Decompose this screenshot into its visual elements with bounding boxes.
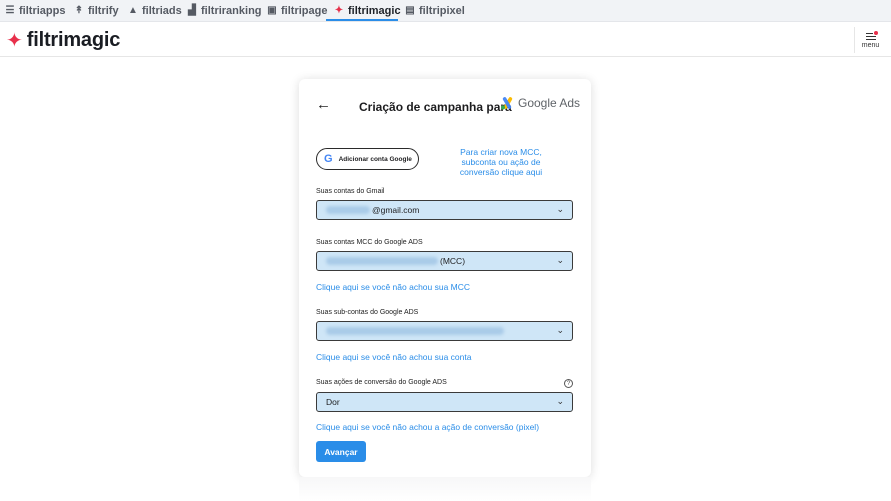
page-title: Criação de campanha para (359, 100, 512, 114)
google-ads-brand: Google Ads (500, 96, 580, 110)
mcc-accounts-label: Suas contas MCC do Google ADS (316, 239, 423, 246)
grid-icon: ▤ (405, 5, 415, 16)
logo-text: filtrimagic (26, 29, 121, 51)
nav-item-label: filtrimagic (348, 4, 401, 17)
add-google-account-label: Adicionar conta Google (338, 155, 412, 163)
triangle-icon: ▲ (128, 5, 138, 16)
google-ads-text: Google Ads (518, 96, 581, 110)
menu-button[interactable]: menu (854, 27, 886, 53)
add-google-account-button[interactable]: G Adicionar conta Google (316, 148, 419, 170)
page-icon: ▣ (267, 5, 277, 16)
conversion-not-found-link[interactable]: Clique aqui se você não achou a ação de … (316, 422, 539, 432)
subaccounts-label: Suas sub-contas do Google ADS (316, 309, 419, 316)
redacted-text (326, 327, 504, 335)
nav-item-label: filtriads (142, 4, 182, 17)
filter-icon: ↟ (74, 5, 84, 16)
stack-icon: ☰ (5, 5, 15, 16)
nav-item-filtriranking[interactable]: ▟ filtriranking (186, 0, 262, 21)
mcc-not-found-link[interactable]: Clique aqui se você não achou sua MCC (316, 282, 470, 292)
card-footer-shade (299, 477, 591, 501)
redacted-text (326, 206, 370, 214)
advance-button[interactable]: Avançar (316, 441, 366, 462)
active-tab-indicator (326, 19, 398, 21)
nav-item-filtripixel[interactable]: ▤ filtripixel (404, 0, 465, 21)
conversion-action-value: Dor (326, 397, 340, 407)
nav-item-filtripage[interactable]: ▣ filtripage (266, 0, 327, 21)
sparkle-icon: ✦ (6, 29, 23, 52)
ranking-icon: ▟ (188, 5, 196, 16)
mcc-account-value: (MCC) (440, 256, 466, 266)
gmail-account-select[interactable]: @gmail.com ⌄ (316, 200, 573, 220)
nav-item-filtriads[interactable]: ▲ filtriads (127, 0, 182, 21)
menu-label: menu (861, 41, 880, 49)
account-not-found-link[interactable]: Clique aqui se você não achou sua conta (316, 352, 471, 362)
chevron-down-icon: ⌄ (556, 325, 564, 335)
back-arrow-icon[interactable]: ← (316, 96, 331, 113)
nav-item-label: filtriapps (19, 4, 66, 17)
campaign-creation-card: ← Criação de campanha para Google Ads G … (299, 79, 591, 477)
nav-item-label: filtripixel (419, 4, 465, 17)
app-header: ✦ filtrimagic menu (0, 22, 891, 57)
filtrimagic-logo[interactable]: ✦ filtrimagic (6, 29, 120, 52)
conversion-actions-label: Suas ações de conversão do Google ADS (316, 379, 447, 386)
chevron-down-icon: ⌄ (556, 255, 564, 265)
mcc-account-select[interactable]: (MCC) ⌄ (316, 251, 573, 271)
nav-item-filtrimagic[interactable]: ✦ filtrimagic (333, 0, 401, 21)
nav-item-label: filtrify (88, 4, 119, 17)
notification-dot (873, 30, 878, 35)
create-mcc-link[interactable]: Para criar nova MCC, subconta ou ação de… (449, 147, 553, 177)
nav-item-label: filtriranking (201, 4, 262, 17)
subaccount-select[interactable]: ⌄ (316, 321, 573, 341)
google-g-icon: G (324, 153, 333, 165)
app-switcher-bar: ☰ filtriapps ↟ filtrify ▲ filtriads ▟ fi… (0, 0, 891, 22)
help-icon[interactable]: ? (564, 379, 573, 388)
nav-item-label: filtripage (281, 4, 328, 17)
nav-item-filtrify[interactable]: ↟ filtrify (73, 0, 119, 21)
gmail-accounts-label: Suas contas do Gmail (316, 188, 385, 195)
conversion-action-select[interactable]: Dor ⌄ (316, 392, 573, 412)
sparkle-icon: ✦ (334, 5, 344, 16)
chevron-down-icon: ⌄ (556, 396, 564, 406)
chevron-down-icon: ⌄ (556, 204, 564, 214)
gmail-account-value: @gmail.com (372, 205, 420, 215)
redacted-text (326, 257, 438, 265)
google-ads-icon (501, 96, 513, 109)
hamburger-icon (865, 30, 878, 40)
nav-item-filtriapps[interactable]: ☰ filtriapps (4, 0, 66, 21)
